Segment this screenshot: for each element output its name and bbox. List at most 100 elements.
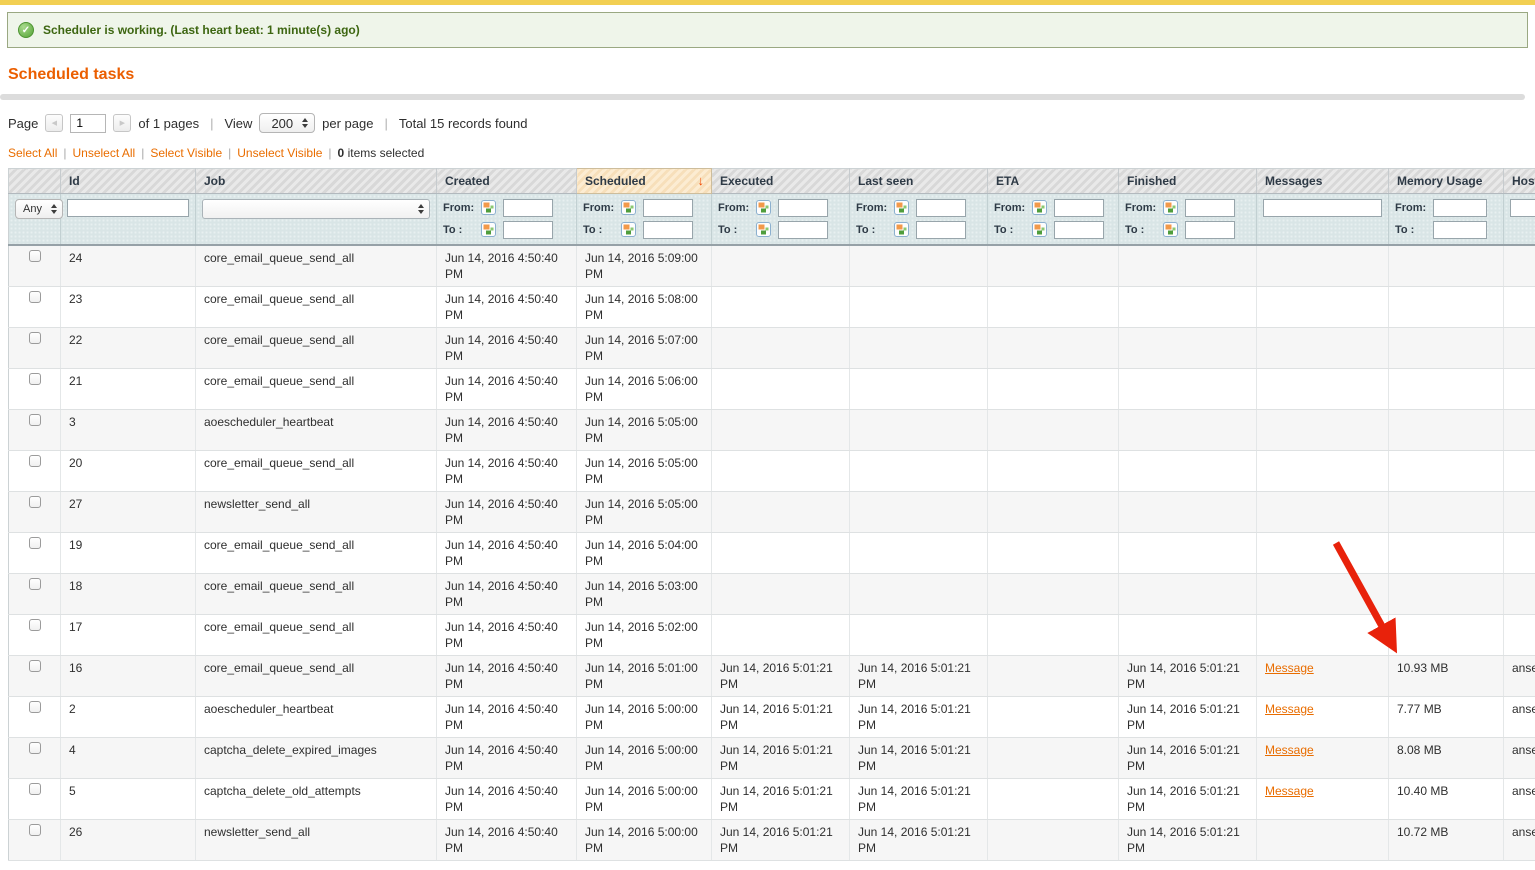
separator: | (210, 115, 214, 131)
col-header-job[interactable]: Job (195, 168, 437, 194)
col-header-messages[interactable]: Messages (1256, 168, 1389, 194)
calendar-button[interactable] (481, 222, 497, 238)
row-checkbox[interactable] (28, 783, 41, 795)
unselect-visible-link[interactable]: Unselect Visible (237, 146, 322, 160)
next-page-button[interactable]: ▶ (113, 114, 132, 132)
table-row: 23 core_email_queue_send_all Jun 14, 201… (8, 286, 1535, 328)
col-header-id[interactable]: Id (60, 168, 196, 194)
calendar-button[interactable] (756, 222, 772, 238)
row-checkbox[interactable] (28, 373, 41, 385)
cell-created: Jun 14, 2016 4:50:40 PM (436, 327, 577, 369)
filter-messages-input[interactable] (1263, 199, 1382, 217)
calendar-button[interactable] (621, 200, 637, 216)
row-checkbox[interactable] (28, 414, 41, 426)
filter-finished-to-input[interactable] (1185, 221, 1235, 239)
col-header-finished[interactable]: Finished (1118, 168, 1257, 194)
cell-last-seen: Jun 14, 2016 5:01:21 PM (849, 737, 988, 779)
row-checkbox[interactable] (28, 742, 41, 754)
row-checkbox[interactable] (28, 496, 41, 508)
calendar-button[interactable] (1032, 222, 1048, 238)
cell-id: 22 (60, 327, 196, 369)
col-header-executed[interactable]: Executed (711, 168, 850, 194)
cell-executed: Jun 14, 2016 5:01:21 PM (711, 696, 850, 738)
row-checkbox[interactable] (28, 291, 41, 303)
cell-job: core_email_queue_send_all (195, 368, 437, 410)
row-checkbox[interactable] (28, 660, 41, 672)
cell-scheduled: Jun 14, 2016 5:00:00 PM (576, 778, 712, 820)
filter-host-input[interactable] (1510, 199, 1535, 217)
filter-executed-to-input[interactable] (778, 221, 828, 239)
calendar-button[interactable] (1163, 222, 1179, 238)
col-header-created[interactable]: Created (436, 168, 577, 194)
table-row: 17 core_email_queue_send_all Jun 14, 201… (8, 614, 1535, 656)
per-page-select[interactable]: 200 (259, 113, 316, 133)
col-header-memory-usage[interactable]: Memory Usage (1388, 168, 1504, 194)
calendar-button[interactable] (481, 200, 497, 216)
select-all-link[interactable]: Select All (8, 146, 57, 160)
separator: | (141, 146, 145, 160)
cell-scheduled: Jun 14, 2016 5:09:00 PM (576, 245, 712, 287)
filter-last-seen-from-input[interactable] (916, 199, 966, 217)
calendar-icon (894, 222, 909, 237)
filter-executed-from-input[interactable] (778, 199, 828, 217)
cell-last-seen (849, 614, 988, 656)
calendar-button[interactable] (894, 222, 910, 238)
row-checkbox[interactable] (28, 619, 41, 631)
message-link[interactable]: Message (1265, 702, 1314, 716)
cell-eta (987, 655, 1119, 697)
filter-id-input[interactable] (67, 199, 189, 217)
filter-memory-usage-from-input[interactable] (1433, 199, 1487, 217)
success-check-icon: ✓ (18, 22, 34, 38)
calendar-button[interactable] (621, 222, 637, 238)
previous-page-button[interactable]: ◀ (45, 114, 64, 132)
row-checkbox[interactable] (28, 250, 41, 262)
calendar-button[interactable] (894, 200, 910, 216)
cell-job: core_email_queue_send_all (195, 614, 437, 656)
row-checkbox[interactable] (28, 455, 41, 467)
filter-from-label: From: (994, 202, 1026, 214)
unselect-all-link[interactable]: Unselect All (72, 146, 135, 160)
cell-executed (711, 532, 850, 574)
filter-scheduled-from-input[interactable] (643, 199, 693, 217)
calendar-button[interactable] (1163, 200, 1179, 216)
cell-finished (1118, 286, 1257, 328)
filter-any-value: Any (23, 203, 42, 215)
items-selected-count: 0 items selected (337, 146, 425, 160)
row-checkbox[interactable] (28, 537, 41, 549)
filter-job-select[interactable] (202, 199, 430, 219)
cell-finished (1118, 491, 1257, 533)
filter-finished-from-input[interactable] (1185, 199, 1235, 217)
filter-memory-usage-to-input[interactable] (1433, 221, 1487, 239)
cell-last-seen: Jun 14, 2016 5:01:21 PM (849, 696, 988, 738)
calendar-button[interactable] (756, 200, 772, 216)
filter-from-label: From: (1125, 202, 1157, 214)
cell-memory-usage: 7.77 MB (1388, 696, 1504, 738)
filter-eta-from-input[interactable] (1054, 199, 1104, 217)
cell-host (1503, 532, 1535, 574)
cell-eta (987, 532, 1119, 574)
filter-any-select[interactable]: Any (15, 199, 63, 219)
row-checkbox[interactable] (28, 824, 41, 836)
content-divider (0, 94, 1525, 100)
filter-last-seen-to-input[interactable] (916, 221, 966, 239)
cell-finished (1118, 573, 1257, 615)
filter-created-to-input[interactable] (503, 221, 553, 239)
message-link[interactable]: Message (1265, 743, 1314, 757)
row-checkbox[interactable] (28, 578, 41, 590)
filter-scheduled-to-input[interactable] (643, 221, 693, 239)
col-header-last-seen[interactable]: Last seen (849, 168, 988, 194)
message-link[interactable]: Message (1265, 784, 1314, 798)
select-visible-link[interactable]: Select Visible (150, 146, 222, 160)
row-checkbox[interactable] (28, 701, 41, 713)
col-header-host[interactable]: Host (1503, 168, 1535, 194)
filter-eta-to-input[interactable] (1054, 221, 1104, 239)
col-header-eta[interactable]: ETA (987, 168, 1119, 194)
calendar-button[interactable] (1032, 200, 1048, 216)
col-header-scheduled[interactable]: Scheduled ↓ (576, 168, 712, 194)
message-link[interactable]: Message (1265, 661, 1314, 675)
cell-memory-usage (1388, 368, 1504, 410)
page-number-input[interactable] (70, 113, 107, 133)
row-checkbox[interactable] (28, 332, 41, 344)
filter-created-from-input[interactable] (503, 199, 553, 217)
cell-messages (1256, 409, 1389, 451)
